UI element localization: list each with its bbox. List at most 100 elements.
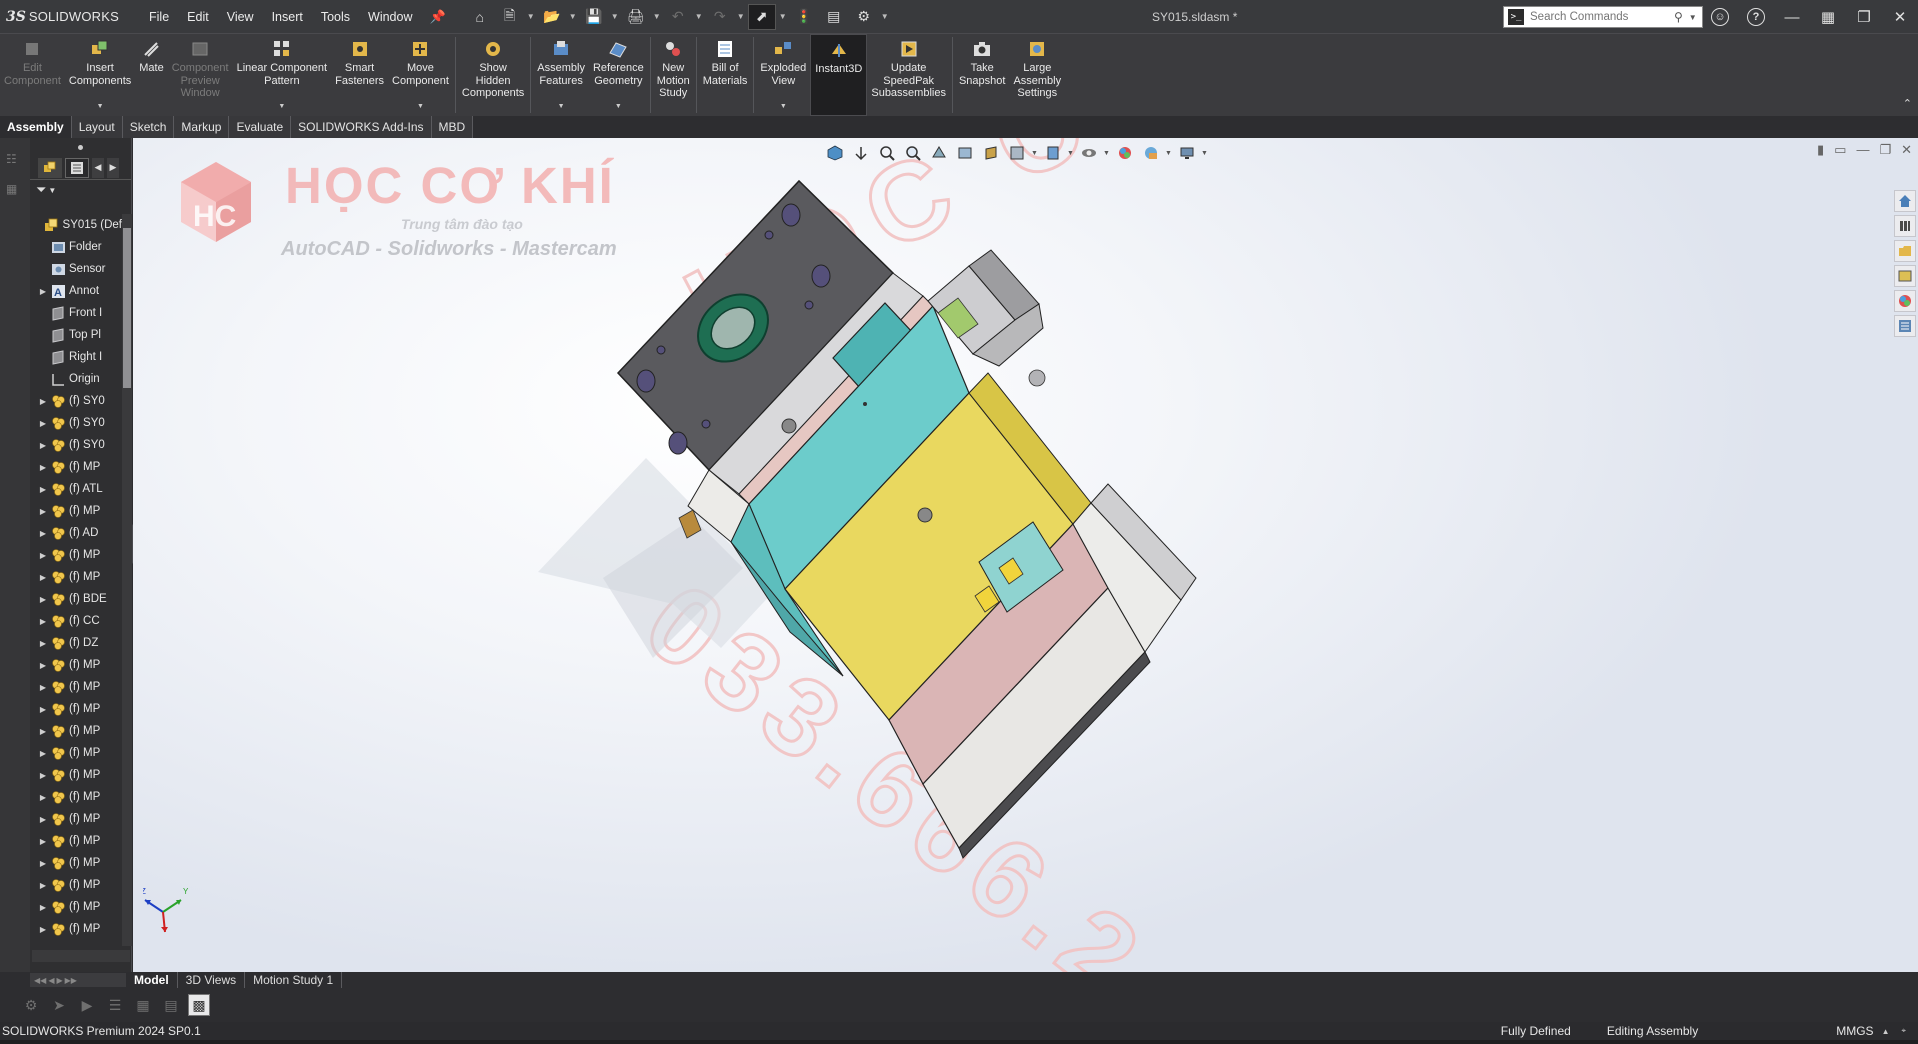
menu-tools[interactable]: Tools bbox=[312, 0, 359, 34]
tree-item[interactable]: ▶ (f) MP bbox=[30, 918, 122, 940]
units-dropdown-icon[interactable]: ▲ bbox=[1882, 1027, 1902, 1036]
tree-item[interactable]: ▶ (f) SY0 bbox=[30, 390, 122, 412]
tree-scroll-thumb[interactable] bbox=[123, 228, 131, 388]
custom-properties-icon[interactable] bbox=[1894, 315, 1916, 337]
design-library-icon[interactable] bbox=[1894, 215, 1916, 237]
expand-arrow-icon[interactable]: ▶ bbox=[36, 595, 50, 604]
play-icon[interactable]: ▶ bbox=[76, 994, 98, 1016]
smart-fasteners-button[interactable]: Smart Fasteners bbox=[331, 34, 388, 116]
expand-arrow-icon[interactable]: ▶ bbox=[36, 463, 50, 472]
expand-arrow-icon[interactable]: ▶ bbox=[36, 683, 50, 692]
select-icon[interactable]: ⬈ bbox=[747, 3, 776, 30]
tree-item[interactable]: ▶ A Annot bbox=[30, 280, 122, 302]
search-icon[interactable]: ⚲ bbox=[1674, 10, 1683, 24]
tree-item[interactable]: ▶ (f) ATL bbox=[30, 478, 122, 500]
expand-arrow-icon[interactable]: ▶ bbox=[36, 397, 50, 406]
expand-arrow-icon[interactable]: ▶ bbox=[36, 727, 50, 736]
expand-arrow-icon[interactable]: ▶ bbox=[36, 441, 50, 450]
property-manager-tab-icon[interactable] bbox=[65, 157, 89, 178]
assembly-features-button[interactable]: Assembly Features ▼ bbox=[533, 34, 589, 116]
snapshot-view-icon[interactable]: ▤ bbox=[160, 994, 182, 1016]
viewport-minimize-icon[interactable]: — bbox=[1856, 142, 1869, 158]
chevron-down-icon[interactable]: ▼ bbox=[558, 103, 565, 110]
tree-item[interactable]: Sensor bbox=[30, 258, 122, 280]
zoom-to-area-icon[interactable] bbox=[901, 142, 925, 164]
component-preview-button[interactable]: Component Preview Window bbox=[168, 34, 233, 116]
chevron-down-icon[interactable]: ▼ bbox=[615, 103, 622, 110]
tree-item[interactable]: Front I bbox=[30, 302, 122, 324]
tab-markup[interactable]: Markup bbox=[174, 116, 230, 138]
prev-tab-icon[interactable]: ◀ bbox=[48, 976, 54, 985]
chart-view-icon[interactable]: ▩ bbox=[188, 994, 210, 1016]
viewport-tile-left-icon[interactable]: ▮ bbox=[1817, 142, 1824, 158]
tree-item[interactable]: Origin bbox=[30, 368, 122, 390]
tab-assembly[interactable]: Assembly bbox=[0, 116, 72, 138]
chevron-down-icon[interactable]: ▼ bbox=[417, 103, 424, 110]
tree-item[interactable]: Folder bbox=[30, 236, 122, 258]
view-orientation-icon[interactable] bbox=[823, 142, 847, 164]
view-palette-icon[interactable] bbox=[1894, 265, 1916, 287]
expand-arrow-icon[interactable]: ▶ bbox=[36, 485, 50, 494]
tree-scrollbar[interactable] bbox=[122, 214, 132, 946]
expand-arrow-icon[interactable]: ▶ bbox=[36, 551, 50, 560]
expand-arrow-icon[interactable]: ▶ bbox=[36, 639, 50, 648]
viewport-tile-right-icon[interactable]: ▭ bbox=[1834, 142, 1846, 158]
tab-layout[interactable]: Layout bbox=[71, 116, 123, 138]
undo-icon[interactable]: ↶ bbox=[664, 4, 692, 30]
expand-arrow-icon[interactable]: ▶ bbox=[36, 529, 50, 538]
user-account-icon[interactable]: ☺ bbox=[1702, 0, 1738, 34]
expand-arrow-icon[interactable]: ▶ bbox=[36, 661, 50, 670]
file-explorer-icon[interactable] bbox=[1894, 240, 1916, 262]
expand-arrow-icon[interactable]: ▶ bbox=[36, 507, 50, 516]
grid-view-icon[interactable]: ▦ bbox=[132, 994, 154, 1016]
dynamic-annotation-icon[interactable] bbox=[953, 142, 977, 164]
menu-insert[interactable]: Insert bbox=[263, 0, 312, 34]
tree-item[interactable]: ▶ (f) MP bbox=[30, 720, 122, 742]
chevron-down-icon[interactable]: ▼ bbox=[278, 103, 285, 110]
section-view-icon[interactable] bbox=[927, 142, 951, 164]
expand-arrow-icon[interactable]: ▶ bbox=[36, 287, 50, 296]
rebuild-icon[interactable]: 🚦 bbox=[790, 4, 818, 30]
bottom-tab-model[interactable]: Model bbox=[126, 972, 178, 988]
animation-wizard-icon[interactable]: ➤ bbox=[48, 994, 70, 1016]
tree-item[interactable]: ▶ (f) CC bbox=[30, 610, 122, 632]
tree-item[interactable]: ▶ (f) MP bbox=[30, 896, 122, 918]
pin-icon[interactable]: 📌 bbox=[422, 9, 454, 25]
tree-item[interactable]: ▶ (f) MP bbox=[30, 500, 122, 522]
tab-scroll-left-icon[interactable]: ◀ bbox=[92, 157, 104, 178]
expand-arrow-icon[interactable]: ▶ bbox=[36, 925, 50, 934]
menu-edit[interactable]: Edit bbox=[178, 0, 218, 34]
help-icon[interactable]: ? bbox=[1738, 0, 1774, 34]
search-dropdown-icon[interactable]: ▼ bbox=[1689, 13, 1697, 22]
menu-file[interactable]: File bbox=[140, 0, 178, 34]
home-icon[interactable]: ⌂ bbox=[466, 4, 494, 30]
mate-button[interactable]: Mate bbox=[135, 34, 167, 116]
redo-icon[interactable]: ↷ bbox=[706, 4, 734, 30]
show-hidden-button[interactable]: Show Hidden Components bbox=[458, 34, 528, 116]
display-style-icon[interactable] bbox=[979, 142, 1003, 164]
exploded-view-button[interactable]: Exploded View ▼ bbox=[756, 34, 810, 116]
apply-scene-icon[interactable] bbox=[1113, 142, 1137, 164]
menu-view[interactable]: View bbox=[218, 0, 263, 34]
expand-arrow-icon[interactable]: ▶ bbox=[36, 617, 50, 626]
first-tab-icon[interactable]: ◀◀ bbox=[34, 976, 46, 985]
expand-arrow-icon[interactable]: ▶ bbox=[36, 793, 50, 802]
motion-tool-icon[interactable]: ⚙ bbox=[20, 994, 42, 1016]
insert-components-button[interactable]: Insert Components ▼ bbox=[65, 34, 135, 116]
tree-root[interactable]: SY015 (Def bbox=[30, 214, 122, 236]
snapshot-button[interactable]: Take Snapshot bbox=[955, 34, 1009, 116]
unit-system[interactable]: MMGS bbox=[1716, 1024, 1881, 1038]
solidworks-resources-icon[interactable] bbox=[1894, 190, 1916, 212]
tree-item[interactable]: Top Pl bbox=[30, 324, 122, 346]
viewport-close-icon[interactable]: ✕ bbox=[1901, 142, 1912, 158]
next-tab-icon[interactable]: ▶ bbox=[56, 976, 62, 985]
file-properties-icon[interactable]: ▤ bbox=[820, 4, 848, 30]
search-commands-box[interactable]: >_ ⚲ ▼ bbox=[1503, 6, 1703, 28]
linear-pattern-button[interactable]: Linear Component Pattern ▼ bbox=[233, 34, 332, 116]
expand-arrow-icon[interactable]: ▶ bbox=[36, 837, 50, 846]
reference-geometry-button[interactable]: Reference Geometry ▼ bbox=[589, 34, 648, 116]
expand-arrow-icon[interactable]: ▶ bbox=[36, 771, 50, 780]
tree-item[interactable]: ▶ (f) MP bbox=[30, 786, 122, 808]
save-icon[interactable]: 💾 bbox=[580, 4, 608, 30]
minimize-icon[interactable]: — bbox=[1774, 0, 1810, 34]
